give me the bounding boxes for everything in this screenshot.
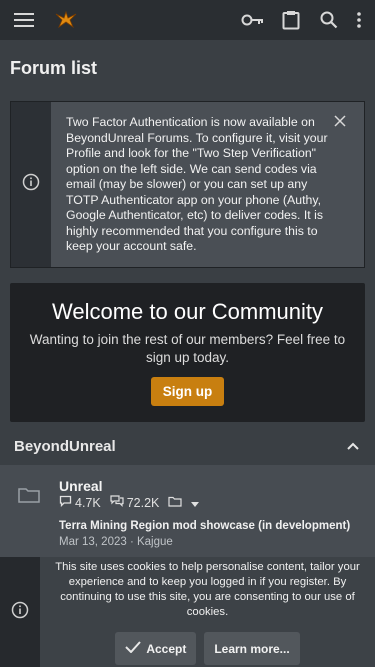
cookie-text: This site uses cookies to help personali… bbox=[55, 561, 360, 618]
message-count: 72.2K bbox=[126, 495, 160, 510]
welcome-panel: Welcome to our Community Wanting to join… bbox=[10, 283, 365, 422]
forum-name[interactable]: Unreal bbox=[59, 478, 103, 494]
forum-stats: 4.7K 72.2K bbox=[59, 495, 204, 510]
latest-thread-meta: Mar 13, 2023 · Kajgue bbox=[59, 536, 173, 548]
learn-more-button[interactable]: Learn more... bbox=[204, 632, 300, 665]
beyondunreal-logo-icon[interactable] bbox=[52, 6, 80, 34]
thread-count: 4.7K bbox=[75, 495, 101, 510]
category-title[interactable]: BeyondUnreal bbox=[14, 438, 116, 455]
chevron-up-icon[interactable] bbox=[345, 438, 361, 454]
cookie-notice: This site uses cookies to help personali… bbox=[0, 557, 375, 667]
two-factor-notice: Two Factor Authentication is now availab… bbox=[10, 101, 365, 268]
search-icon[interactable] bbox=[315, 6, 343, 34]
info-icon bbox=[11, 601, 29, 624]
folder-icon[interactable] bbox=[168, 496, 182, 510]
clipboard-icon[interactable] bbox=[277, 6, 305, 34]
top-bar bbox=[0, 0, 375, 40]
category-header[interactable]: BeyondUnreal bbox=[0, 428, 375, 464]
caret-down-icon[interactable] bbox=[191, 496, 200, 510]
notice-text: Two Factor Authentication is now availab… bbox=[66, 115, 328, 253]
key-icon[interactable] bbox=[239, 6, 267, 34]
check-icon bbox=[125, 641, 142, 656]
welcome-heading: Welcome to our Community bbox=[51, 299, 323, 324]
forum-row-unreal[interactable]: Unreal 4.7K 72.2K Terra Mining Region mo… bbox=[0, 465, 375, 557]
close-icon[interactable] bbox=[334, 115, 348, 129]
accept-button[interactable]: Accept bbox=[115, 632, 197, 665]
more-vertical-icon[interactable] bbox=[353, 6, 365, 34]
sign-up-button[interactable]: Sign up bbox=[150, 377, 225, 406]
comment-icon bbox=[59, 495, 72, 510]
info-icon bbox=[22, 173, 40, 196]
hamburger-menu-icon[interactable] bbox=[10, 6, 38, 34]
folder-icon bbox=[18, 487, 40, 508]
accept-label[interactable]: Accept bbox=[146, 642, 186, 656]
comments-icon bbox=[110, 495, 124, 510]
welcome-subtext: Wanting to join the rest of our members?… bbox=[29, 332, 346, 365]
subforum-dropdown[interactable] bbox=[168, 496, 200, 510]
latest-thread-title[interactable]: Terra Mining Region mod showcase (in dev… bbox=[59, 520, 359, 532]
